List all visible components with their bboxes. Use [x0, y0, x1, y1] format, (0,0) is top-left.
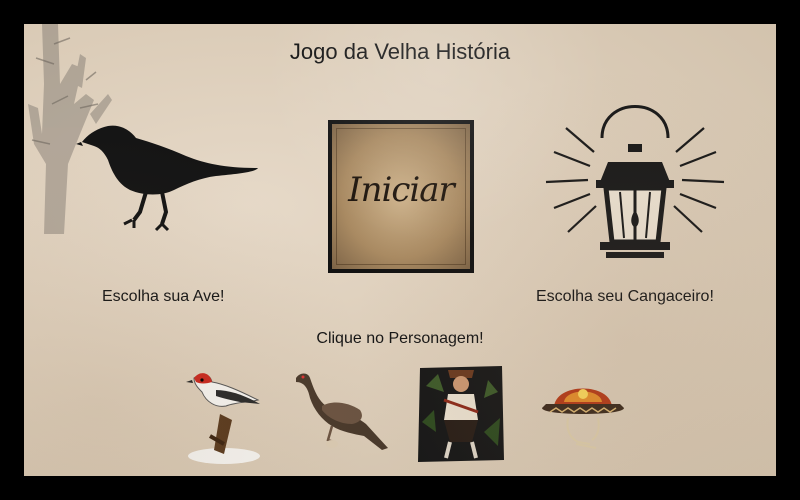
cardinal-bird-icon[interactable]	[180, 370, 272, 466]
game-board: Jogo da Velha História Iniciar Escolha s…	[24, 24, 776, 476]
bird-silhouette-icon[interactable]	[76, 120, 266, 232]
cangaceiro-hat-icon[interactable]	[540, 368, 626, 460]
jacu-bird-icon[interactable]	[292, 370, 392, 454]
start-button-label: Iniciar	[348, 170, 455, 210]
start-button[interactable]: Iniciar	[328, 120, 474, 273]
choose-bird-label: Escolha sua Ave!	[102, 288, 225, 305]
cangaceiro-figure-icon[interactable]	[414, 362, 508, 466]
choose-cangaceiro-label: Escolha seu Cangaceiro!	[536, 288, 714, 305]
lantern-icon[interactable]	[540, 82, 730, 272]
click-character-label: Clique no Personagem!	[316, 330, 484, 347]
game-title: Jogo da Velha História	[289, 39, 511, 64]
